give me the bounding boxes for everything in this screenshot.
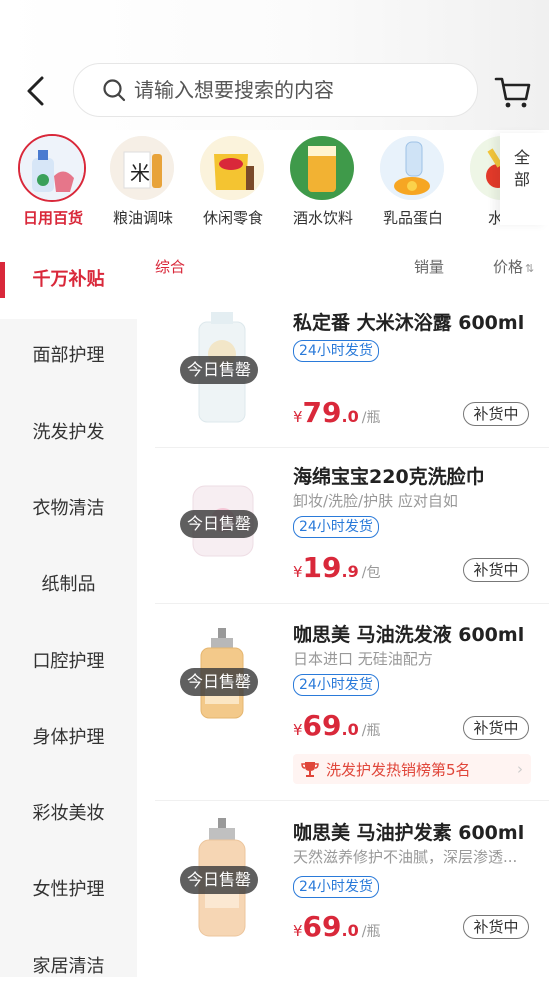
price-integer: 69 [302,709,342,742]
product-card[interactable]: 今日售罄 咖思美 马油洗发液 600ml 日本进口 无硅油配方 24小时发货 ¥… [155,620,549,790]
category-carousel: 日用百货 米 粮油调味 休闲零食 酒水饮料 乳品蛋白 [0,133,549,233]
sidebar-item-hair-care[interactable]: 洗发护发 [0,408,137,458]
product-price: ¥19.9/包 [293,551,380,584]
sold-out-badge: 今日售罄 [180,668,258,696]
price-integer: 19 [302,551,342,584]
product-subtitle: 卸妆/洗脸/护肤 应对自如 [293,492,458,510]
sort-bar: 综合 销量 价格 ⇅ [137,242,549,290]
restock-button[interactable]: 补货中 [463,716,529,740]
sidebar-item-paper[interactable]: 纸制品 [0,560,137,610]
price-decimal: .9 [341,562,359,581]
sold-out-badge: 今日售罄 [180,866,258,894]
category-image-drinks [290,136,354,200]
price-unit: /瓶 [361,924,381,940]
restock-button[interactable]: 补货中 [463,402,529,426]
category-item-dairy[interactable]: 乳品蛋白 [373,133,453,233]
category-image-grain-oil: 米 [110,136,174,200]
price-currency: ¥ [293,563,303,581]
category-label: 酒水饮料 [292,209,353,227]
product-subtitle: 天然滋养修护不油腻，深层渗透... [293,848,518,866]
price-integer: 79 [302,396,342,429]
sidebar-item-laundry[interactable]: 衣物清洁 [0,484,137,534]
search-icon [103,79,126,102]
category-image-daily [18,134,86,202]
category-image-snacks [200,136,264,200]
sold-out-badge: 今日售罄 [180,510,258,538]
shipping-tag: 24小时发货 [293,516,379,538]
sort-default[interactable]: 综合 [155,256,185,277]
product-subtitle: 日本进口 无硅油配方 [293,650,433,668]
shipping-tag: 24小时发货 [293,876,379,898]
category-item-snacks[interactable]: 休闲零食 [193,133,273,233]
sold-out-badge: 今日售罄 [180,356,258,384]
category-image-dairy [380,136,444,200]
product-price: ¥79.0/瓶 [293,396,380,429]
sort-price-label: 价格 [493,258,524,276]
category-item-daily[interactable]: 日用百货 [13,133,93,233]
category-item-grain-oil[interactable]: 米 粮油调味 [103,133,183,233]
top-bar: 请输入想要搜索的内容 [0,0,549,130]
product-card[interactable]: 今日售罄 私定番 大米沐浴露 600ml 24小时发货 ¥79.0/瓶 补货中 [155,308,549,438]
product-title: 咖思美 马油护发素 600ml [293,822,525,844]
chevron-right-icon: › [517,760,523,778]
price-decimal: .0 [341,921,359,940]
product-title: 私定番 大米沐浴露 600ml [293,312,525,334]
sidebar: 千万补贴 面部护理 洗发护发 衣物清洁 纸制品 口腔护理 身体护理 彩妆美妆 女… [0,242,137,977]
sidebar-item-feminine-care[interactable]: 女性护理 [0,865,137,915]
price-integer: 69 [302,910,342,943]
ranking-text: 洗发护发热销榜第5名 [326,761,471,779]
category-label: 休闲零食 [202,209,263,227]
all-categories-label: 全部 [514,148,531,189]
restock-button[interactable]: 补货中 [463,558,529,582]
search-placeholder: 请输入想要搜索的内容 [134,78,334,102]
sidebar-item-makeup[interactable]: 彩妆美妆 [0,789,137,839]
trophy-icon [301,762,319,777]
sidebar-item-oral-care[interactable]: 口腔护理 [0,637,137,687]
ranking-banner[interactable]: 洗发护发热销榜第5名 › [293,754,531,784]
category-label: 乳品蛋白 [382,209,443,227]
all-categories-button[interactable]: 全部 [500,133,549,225]
price-currency: ¥ [293,721,303,739]
sort-price[interactable]: 价格 ⇅ [493,256,534,277]
back-arrow-icon[interactable] [22,74,50,108]
category-label: 日用百货 [22,209,83,227]
price-unit: /包 [361,565,381,581]
price-currency: ¥ [293,922,303,940]
product-price: ¥69.0/瓶 [293,910,380,943]
restock-button[interactable]: 补货中 [463,915,529,939]
sidebar-item-face-care[interactable]: 面部护理 [0,331,137,381]
sidebar-item-body-care[interactable]: 身体护理 [0,713,137,763]
cart-icon[interactable] [494,73,532,111]
divider [155,603,549,604]
sort-price-arrows-icon: ⇅ [525,262,535,275]
product-panel: 综合 销量 价格 ⇅ 今日售罄 私定番 大米沐浴露 600ml 24小时发货 ¥7… [137,242,549,977]
price-unit: /瓶 [361,410,381,426]
product-card[interactable]: 今日售罄 咖思美 马油护发素 600ml 天然滋养修护不油腻，深层渗透... 2… [155,818,549,968]
sidebar-item-home-cleaning[interactable]: 家居清洁 [0,942,137,992]
sidebar-item-subsidy[interactable]: 千万补贴 [0,255,137,305]
shipping-tag: 24小时发货 [293,340,379,362]
divider [155,447,549,448]
product-card[interactable]: 今日售罄 海绵宝宝220克洗脸巾 卸妆/洗脸/护肤 应对自如 24小时发货 ¥1… [155,462,549,602]
product-title: 咖思美 马油洗发液 600ml [293,624,525,646]
category-label: 粮油调味 [112,209,173,227]
product-title: 海绵宝宝220克洗脸巾 [293,466,485,488]
sort-sales[interactable]: 销量 [414,256,444,277]
product-price: ¥69.0/瓶 [293,709,380,742]
price-unit: /瓶 [361,723,381,739]
price-decimal: .0 [341,720,359,739]
price-decimal: .0 [341,407,359,426]
category-item-drinks[interactable]: 酒水饮料 [283,133,363,233]
search-box[interactable]: 请输入想要搜索的内容 [73,63,478,117]
svg-text:米: 米 [130,161,150,185]
divider [155,800,549,801]
price-currency: ¥ [293,408,303,426]
shipping-tag: 24小时发货 [293,674,379,696]
